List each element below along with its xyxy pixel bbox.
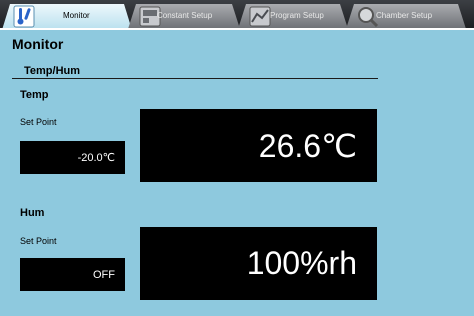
tab-label: Program Setup xyxy=(270,11,324,20)
hum-setpoint-label: Set Point xyxy=(20,236,57,246)
tab-label: Monitor xyxy=(63,11,90,20)
tab-label: Chamber Setup xyxy=(376,11,433,20)
hum-setpoint-value: OFF xyxy=(93,268,115,281)
tab-constant-setup[interactable]: Constant Setup xyxy=(128,4,240,29)
hum-present-display: 100%rh xyxy=(140,227,377,300)
page-title: Monitor xyxy=(12,36,64,52)
tab-program-setup[interactable]: Program Setup xyxy=(238,4,348,29)
hum-setpoint-display[interactable]: OFF xyxy=(20,258,125,291)
hum-present-value: 100%rh xyxy=(246,245,357,281)
hum-label: Hum xyxy=(20,207,45,219)
thermometer-icon xyxy=(12,5,36,28)
temp-label: Temp xyxy=(20,89,49,101)
tab-label: Constant Setup xyxy=(157,11,213,20)
section-title: Temp/Hum xyxy=(24,65,81,77)
tab-bar-underline xyxy=(0,28,474,30)
tab-monitor[interactable]: Monitor xyxy=(2,4,132,30)
temp-present-display: 26.6℃ xyxy=(140,109,377,182)
tab-chamber-setup[interactable]: Chamber Setup xyxy=(346,4,466,29)
section-divider xyxy=(12,78,378,79)
temp-setpoint-label: Set Point xyxy=(20,117,57,127)
temp-setpoint-display[interactable]: -20.0℃ xyxy=(20,141,125,174)
temp-setpoint-value: -20.0℃ xyxy=(77,152,115,164)
temp-present-value: 26.6℃ xyxy=(258,127,357,164)
program-setup-icon xyxy=(248,5,272,28)
